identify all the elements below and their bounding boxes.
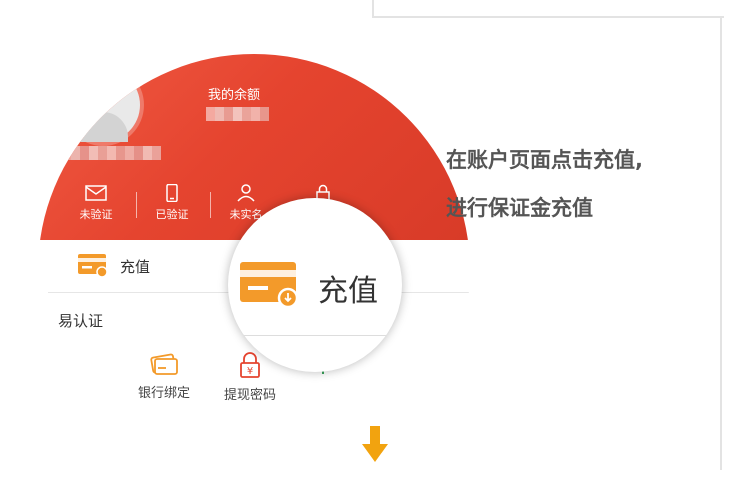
username-blurred (62, 146, 161, 160)
avatar-body-shape (78, 112, 128, 142)
balance-label: 我的余额 (208, 88, 261, 103)
avatar[interactable] (66, 68, 140, 142)
frame-border-right (720, 16, 722, 470)
email-status-label: 未验证 (79, 208, 113, 221)
recharge-label: 充值 (120, 258, 151, 276)
account-header: 我的余额 未验证 已验证 未实名 (38, 54, 470, 240)
instruction-line-1: 在账户页面点击充值, (446, 148, 643, 172)
recharge-card-icon (78, 254, 108, 278)
lock-icon: ¥ (240, 352, 260, 378)
frame-border-top (372, 0, 724, 18)
phone-icon (166, 184, 178, 202)
magnified-recharge-label: 充值 (318, 274, 378, 309)
down-arrow-icon (362, 426, 388, 462)
bank-binding-label: 银行绑定 (137, 386, 190, 401)
person-icon (237, 184, 255, 202)
bank-binding-button[interactable]: 银行绑定 (124, 352, 204, 401)
recharge-card-icon (240, 262, 299, 309)
bank-card-icon (150, 353, 178, 375)
balance-blurred-value (206, 107, 269, 121)
phone-status-label: 已验证 (155, 208, 189, 221)
svg-text:¥: ¥ (247, 366, 253, 377)
status-separator (136, 192, 137, 218)
avatar-head-shape (90, 82, 116, 108)
status-separator (210, 192, 211, 218)
easy-auth-item[interactable]: 易认证 (58, 310, 103, 331)
magnified-divider (228, 335, 402, 336)
email-status[interactable]: 未验证 (66, 184, 126, 222)
phone-status[interactable]: 已验证 (142, 184, 202, 222)
magnifier-callout: 充值 (228, 198, 402, 372)
envelope-icon (85, 185, 107, 201)
instruction-line-2: 进行保证金充值 (446, 196, 593, 220)
withdraw-password-label: 提现密码 (223, 388, 276, 403)
